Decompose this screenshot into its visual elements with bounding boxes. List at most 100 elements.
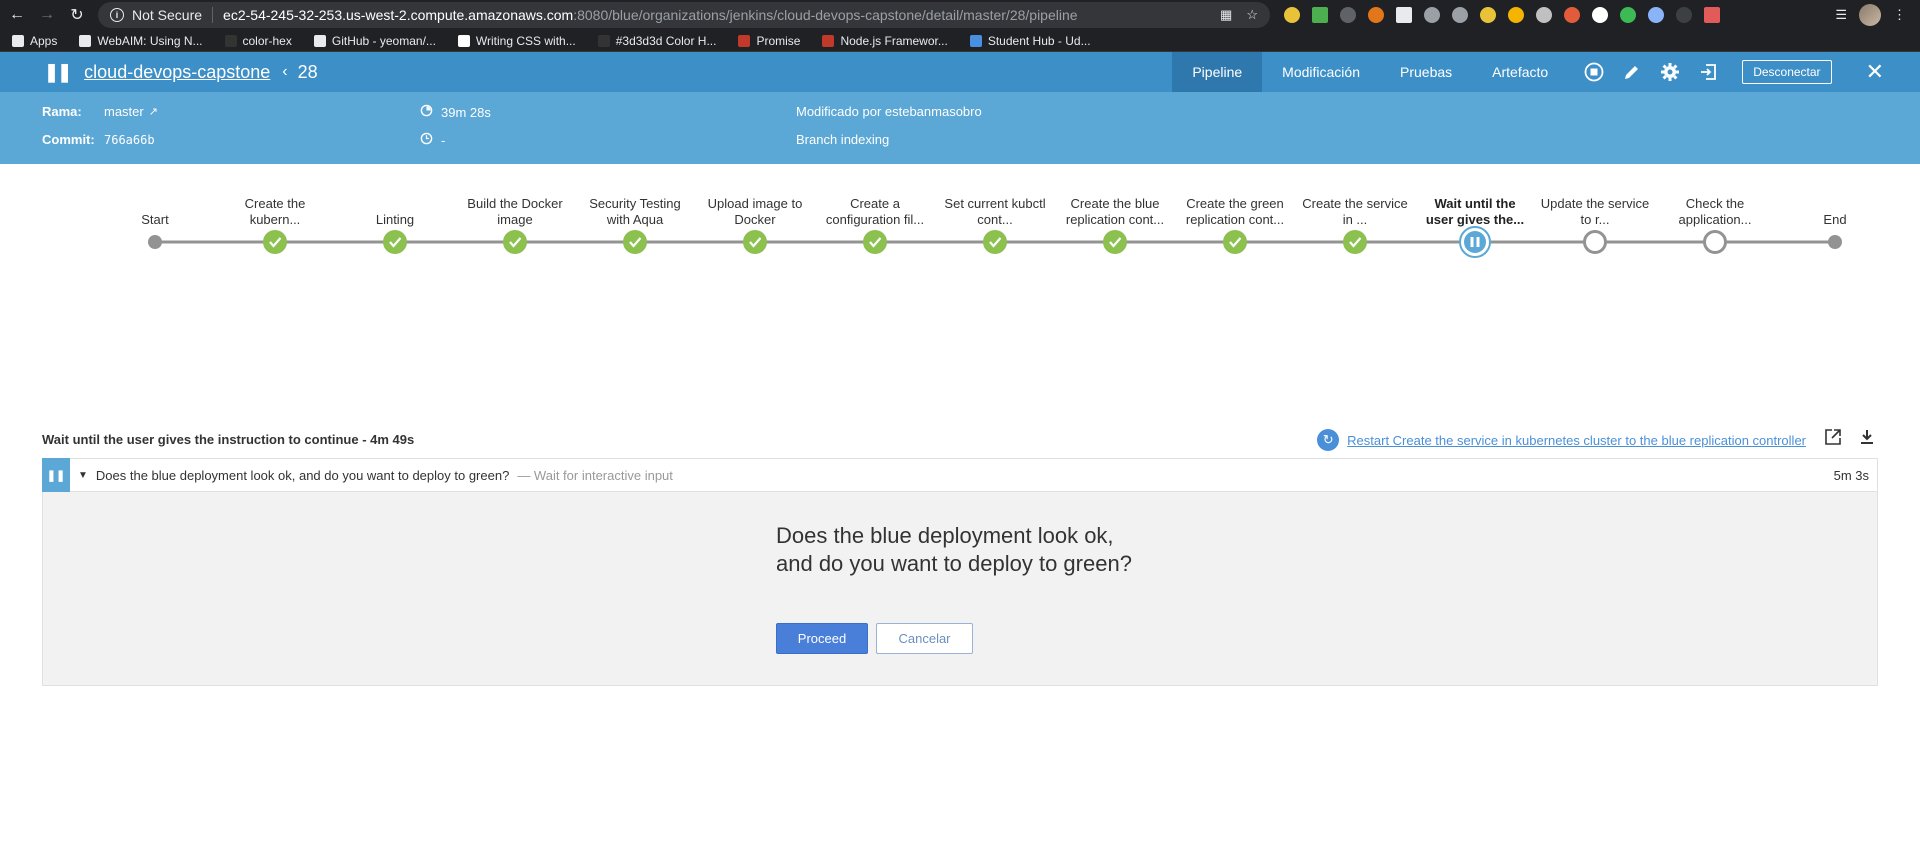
logout-button[interactable]: Desconectar — [1742, 60, 1832, 84]
address-bar[interactable]: i Not Secure ec2-54-245-32-253.us-west-2… — [98, 2, 1270, 28]
paused-status-icon: ❚❚ — [42, 458, 70, 492]
input-question: Does the blue deployment look ok, and do… — [776, 522, 1196, 578]
extension-icon[interactable] — [1704, 7, 1720, 23]
bookmark-item[interactable]: Node.js Framewor... — [822, 34, 948, 48]
restart-icon[interactable]: ↻ — [1317, 429, 1340, 451]
end-node — [1828, 235, 1842, 249]
stage-success-icon[interactable] — [503, 230, 527, 254]
kebab-menu-icon[interactable]: ⋮ — [1893, 7, 1906, 23]
tab-pipeline[interactable]: Pipeline — [1172, 52, 1263, 92]
stage-success-icon[interactable] — [1343, 230, 1367, 254]
cancel-button[interactable]: Cancelar — [876, 623, 973, 654]
run-number: 28 — [297, 61, 318, 82]
tab-artifacts[interactable]: Artefacto — [1472, 52, 1568, 92]
external-link-icon[interactable]: ↗ — [149, 105, 158, 118]
stage-label[interactable]: Create the blue replication cont... — [1060, 196, 1170, 228]
bookmark-item[interactable]: color-hex — [224, 34, 292, 48]
extension-icon[interactable] — [1424, 7, 1440, 23]
extension-icon[interactable] — [1508, 7, 1524, 23]
edit-pencil-icon[interactable] — [1622, 62, 1642, 82]
stage-label[interactable]: Create a configuration fil... — [820, 196, 930, 228]
not-secure-label: Not Secure — [132, 7, 203, 23]
stage-success-icon[interactable] — [743, 230, 767, 254]
avatar[interactable] — [1859, 4, 1881, 26]
chevron-left-icon[interactable]: ‹ — [282, 63, 287, 81]
metamask-icon[interactable] — [1368, 7, 1384, 23]
tab-tests[interactable]: Pruebas — [1380, 52, 1472, 92]
proceed-button[interactable]: Proceed — [776, 623, 868, 654]
stage-not-built-icon[interactable] — [1583, 230, 1607, 254]
bookmark-item[interactable]: Writing CSS with... — [457, 34, 576, 48]
extension-icon[interactable] — [1284, 7, 1300, 23]
github-icon[interactable] — [1340, 7, 1356, 23]
stop-icon[interactable] — [1584, 62, 1604, 82]
stage-label[interactable]: Check the application... — [1660, 196, 1770, 228]
bookmark-item[interactable]: GitHub - yeoman/... — [313, 34, 436, 48]
stage-label[interactable]: Linting — [340, 212, 450, 228]
forward-arrow-icon[interactable]: → — [34, 2, 60, 28]
close-icon[interactable]: ✕ — [1866, 59, 1884, 85]
extension-icon[interactable] — [1676, 7, 1692, 23]
branch-link[interactable]: master — [104, 104, 144, 119]
chevron-down-icon[interactable]: ▼ — [78, 470, 88, 481]
stage-not-built-icon[interactable] — [1703, 230, 1727, 254]
question-line: and do you want to deploy to green? — [776, 551, 1132, 576]
run-start-time: - — [441, 132, 446, 148]
stage-success-icon[interactable] — [1223, 230, 1247, 254]
bookmark-item[interactable]: Student Hub - Ud... — [969, 34, 1091, 48]
stage-success-icon[interactable] — [623, 230, 647, 254]
bookmark-item[interactable]: #3d3d3d Color H... — [597, 34, 716, 48]
tab-changes[interactable]: Modificación — [1262, 52, 1380, 92]
extension-icon[interactable] — [1536, 7, 1552, 23]
gear-icon[interactable] — [1660, 62, 1680, 82]
star-icon[interactable]: ☆ — [1246, 7, 1258, 23]
stage-label[interactable]: End — [1780, 212, 1890, 228]
stage-paused-icon[interactable] — [1459, 226, 1491, 258]
stage-label[interactable]: Security Testing with Aqua — [580, 196, 690, 228]
apps-grid-icon — [12, 34, 24, 47]
stage-label[interactable]: Wait until the user gives the... — [1420, 196, 1530, 228]
stage-label[interactable]: Create the kubern... — [220, 196, 330, 228]
grammarly-icon[interactable] — [1620, 7, 1636, 23]
info-icon[interactable]: i — [110, 8, 124, 22]
restart-stage-link[interactable]: ↻ Restart Create the service in kubernet… — [1317, 429, 1806, 451]
stage-success-icon[interactable] — [263, 230, 287, 254]
pipeline-name-link[interactable]: cloud-devops-capstone — [84, 62, 270, 83]
step-row[interactable]: ❚❚ ▼ Does the blue deployment look ok, a… — [42, 458, 1878, 492]
color-hex-icon — [597, 34, 610, 47]
open-in-new-window-icon[interactable] — [1824, 428, 1842, 451]
bookmark-item[interactable]: WebAIM: Using N... — [79, 33, 203, 48]
extension-icon[interactable] — [1648, 7, 1664, 23]
stage-success-icon[interactable] — [983, 230, 1007, 254]
stage-success-icon[interactable] — [863, 230, 887, 254]
stage-label[interactable]: Create the service in ... — [1300, 196, 1410, 228]
download-icon[interactable] — [1858, 428, 1876, 451]
bookmark-item[interactable]: Apps — [12, 34, 57, 48]
restart-stage-label[interactable]: Restart Create the service in kubernetes… — [1347, 433, 1806, 448]
reading-list-icon[interactable]: ☰ — [1835, 7, 1847, 23]
stage-label[interactable]: Build the Docker image — [460, 196, 570, 228]
extension-icon[interactable] — [1396, 7, 1412, 23]
extension-icon[interactable] — [1564, 7, 1580, 23]
stage-label[interactable]: Create the green replication cont... — [1180, 196, 1290, 228]
open-classic-icon[interactable] — [1698, 62, 1718, 82]
bookmark-item[interactable]: Promise — [738, 34, 800, 48]
translate-icon[interactable]: ▦ — [1220, 7, 1232, 23]
reload-icon[interactable]: ↻ — [64, 2, 90, 28]
extension-icon[interactable] — [1480, 7, 1496, 23]
extension-icon[interactable] — [1452, 7, 1468, 23]
stage-label[interactable]: Update the service to r... — [1540, 196, 1650, 228]
back-arrow-icon[interactable]: ← — [4, 2, 30, 28]
bookmark-label: WebAIM: Using N... — [97, 33, 203, 48]
stage-label[interactable]: Start — [100, 212, 210, 228]
github-icon — [313, 34, 326, 47]
extension-icon[interactable] — [1312, 7, 1328, 23]
stage-label[interactable]: Upload image to Docker — [700, 196, 810, 228]
clock-icon — [420, 132, 433, 148]
udacity-icon — [969, 34, 982, 47]
stage-label[interactable]: Set current kubctl cont... — [940, 196, 1050, 228]
extension-icon[interactable] — [1592, 7, 1608, 23]
stage-success-icon[interactable] — [1103, 230, 1127, 254]
step-title: Wait until the user gives the instructio… — [42, 432, 415, 447]
stage-success-icon[interactable] — [383, 230, 407, 254]
